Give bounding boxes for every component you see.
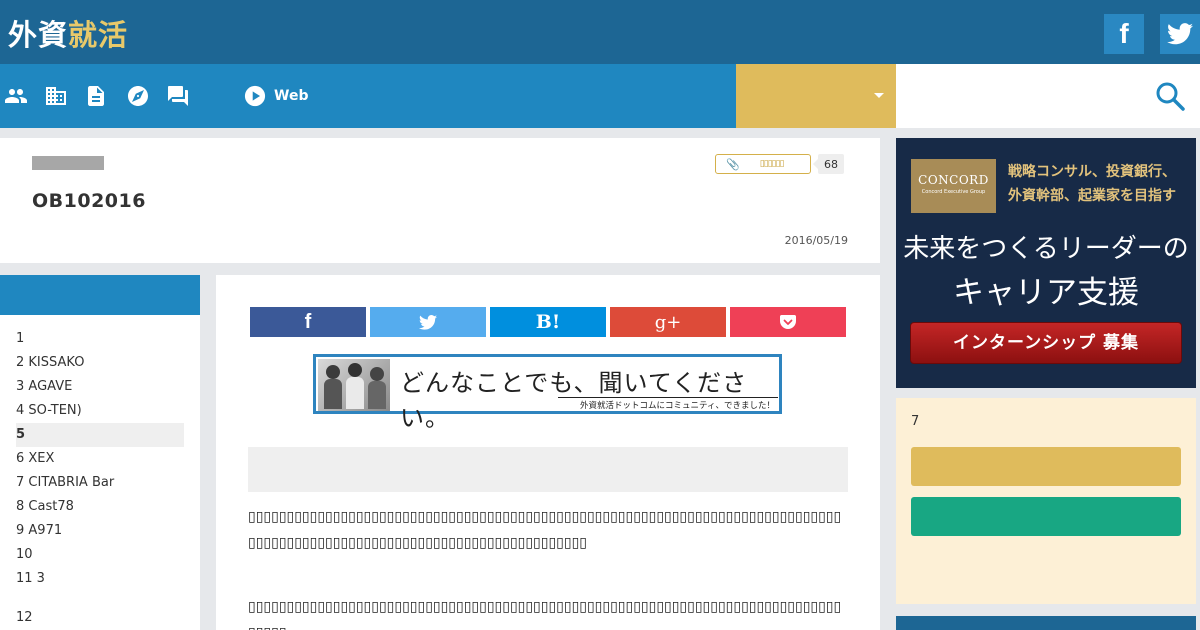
widget-green-button[interactable] [911, 497, 1181, 536]
twitter-header-button[interactable] [1160, 14, 1200, 54]
toc-item[interactable]: 3 AGAVE [16, 375, 184, 399]
share-twitter-button[interactable] [370, 307, 486, 337]
ad-line-2: 外資幹部、起業家を目指す [1008, 188, 1176, 204]
toc-item[interactable]: 12 [16, 606, 184, 630]
toc-item[interactable]: 7 CITABRIA Bar [16, 471, 184, 495]
logo-text-part2: 就活 [68, 18, 129, 52]
placeholder-box [248, 447, 848, 492]
share-google-plus-button[interactable]: g+ [610, 307, 726, 337]
nav-web-link[interactable]: Web [244, 84, 308, 108]
concord-logo-name: CONCORD [918, 173, 989, 187]
concord-logo-sub: Concord Executive Group [921, 189, 986, 195]
category-dropdown[interactable] [736, 64, 896, 128]
share-pocket-button[interactable] [730, 307, 846, 337]
concord-logo: CONCORD Concord Executive Group [911, 159, 996, 213]
sidebar-widget-next [896, 616, 1196, 630]
toc-gap [16, 591, 184, 606]
nav-web-label: Web [274, 88, 309, 104]
facebook-icon: f [304, 310, 312, 333]
chat-icon[interactable] [166, 84, 190, 108]
tag-count: 68 [813, 154, 844, 174]
toc-item[interactable]: 1 [16, 327, 184, 351]
people-photo [318, 359, 390, 411]
community-banner[interactable]: どんなことでも、聞いてください。 外資就活ドットコムにコミュニティ、できました！ [313, 354, 782, 432]
share-buttons: f B! g+ [250, 307, 846, 337]
toc-item-active[interactable]: 5 [16, 423, 184, 447]
body-paragraph: ▯▯▯▯▯▯▯▯▯▯▯▯▯▯▯▯▯▯▯▯▯▯▯▯▯▯▯▯▯▯▯▯▯▯▯▯▯▯▯▯… [248, 509, 842, 551]
ad-headline: 未来をつくるリーダーの キャリア支援 [896, 228, 1196, 312]
toc-item[interactable]: 4 SO-TEN) [16, 399, 184, 423]
google-plus-icon: g+ [654, 311, 682, 333]
banner-main-text: どんなことでも、聞いてください。 [400, 369, 748, 432]
site-header: 外資就活 f [0, 0, 1200, 64]
toc-item[interactable]: 2 KISSAKO [16, 351, 184, 375]
article-title: OB102016 [32, 190, 146, 212]
site-logo[interactable]: 外資就活 [8, 12, 128, 54]
search-icon[interactable] [1154, 80, 1186, 112]
left-sidebar: 1 2 KISSAKO 3 AGAVE 4 SO-TEN) 5 6 XEX 7 … [0, 275, 200, 630]
paperclip-icon: 📎 [726, 157, 740, 171]
share-facebook-button[interactable]: f [250, 307, 366, 337]
banner-sub-text: 外資就活ドットコムにコミュニティ、できました！ [580, 401, 775, 411]
internship-button[interactable]: インターンシップ 募集 [910, 322, 1182, 364]
compass-icon[interactable] [126, 84, 150, 108]
caret-down-icon [874, 93, 884, 98]
toc-item[interactable]: 9 A971 [16, 519, 184, 543]
facebook-icon: f [1119, 18, 1129, 49]
pocket-icon [780, 314, 796, 329]
toc-list: 1 2 KISSAKO 3 AGAVE 4 SO-TEN) 5 6 XEX 7 … [16, 327, 184, 630]
toc-item[interactable]: 8 Cast78 [16, 495, 184, 519]
widget-gold-button[interactable] [911, 447, 1181, 486]
article-header: OB102016 📎 ▯▯▯▯▯▯ 68 2016/05/19 [0, 138, 880, 263]
tag-badge[interactable]: 📎 ▯▯▯▯▯▯ [715, 154, 811, 174]
toc-item[interactable]: 6 XEX [16, 447, 184, 471]
article-body: f B! g+ どんなことでも、聞いてください。 外資就活ドットコムにコミュニテ… [216, 275, 880, 630]
article-date: 2016/05/19 [784, 234, 848, 247]
ad-headline-2: キャリア支援 [953, 275, 1139, 311]
ad-headline-1: 未来をつくるリーダーの [903, 234, 1189, 264]
document-icon[interactable] [84, 84, 108, 108]
tag-text: ▯▯▯▯▯▯ [759, 159, 785, 169]
ad-line-1: 戦略コンサル、投資銀行、 [1008, 164, 1176, 180]
building-icon[interactable] [44, 84, 68, 108]
toc-item[interactable]: 10 [16, 543, 184, 567]
toc-item[interactable]: 11 3 [16, 567, 184, 591]
search-area[interactable] [896, 64, 1200, 128]
hatena-icon: B! [535, 311, 561, 333]
logo-text-part1: 外資 [8, 18, 69, 52]
banner-divider [558, 397, 778, 398]
share-hatena-button[interactable]: B! [490, 307, 606, 337]
toc-header [0, 275, 200, 315]
concord-ad[interactable]: CONCORD Concord Executive Group 戦略コンサル、投… [896, 138, 1196, 388]
people-icon[interactable] [4, 84, 28, 108]
twitter-icon [419, 314, 437, 330]
facebook-header-button[interactable]: f [1104, 14, 1144, 54]
category-label[interactable] [32, 156, 104, 170]
widget-title: 7 [911, 414, 920, 429]
body-paragraph: ▯▯▯▯▯▯▯▯▯▯▯▯▯▯▯▯▯▯▯▯▯▯▯▯▯▯▯▯▯▯▯▯▯▯▯▯▯▯▯▯… [248, 599, 842, 630]
sidebar-widget: 7 [896, 398, 1196, 604]
main-nav: Web [0, 64, 736, 128]
twitter-icon [1167, 23, 1193, 45]
play-circle-icon [244, 85, 266, 107]
ad-tagline: 戦略コンサル、投資銀行、 外資幹部、起業家を目指す [1008, 160, 1176, 208]
